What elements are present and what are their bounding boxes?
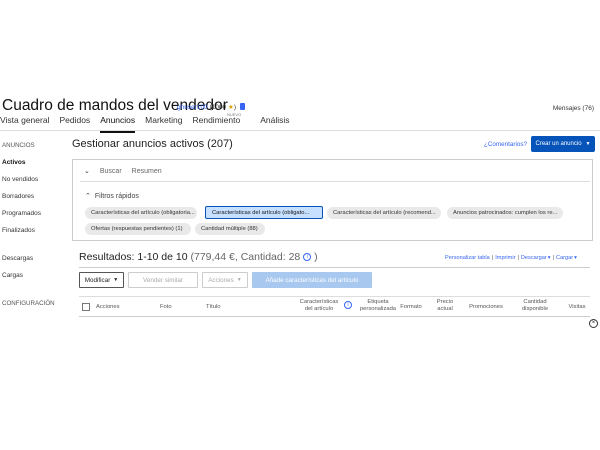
create-listing-label: Crear un anuncio [535,141,582,147]
download-link[interactable]: Descargar [521,255,547,261]
quick-filter-pill[interactable]: Anuncios patrocinados: cumplen los re... [447,207,563,219]
sidebar-section-anuncios: ANUNCIOS [2,142,35,149]
messages-link[interactable]: Mensajes (76) [553,105,594,112]
results-totals: (779,44 €, Cantidad: 28 [190,251,301,263]
col-header-titulo[interactable]: Título [206,304,226,311]
link-separator: | [491,255,494,261]
chevron-down-icon: ▾ [574,255,577,261]
upload-link[interactable]: Cargar [556,255,573,261]
col-header-foto[interactable]: Foto [160,304,176,311]
create-listing-button[interactable]: Crear un anuncio ▼ [531,136,595,152]
feedback-score[interactable]: (1000 [210,104,227,111]
select-all-checkbox[interactable] [82,303,90,311]
feedback-link[interactable]: ¿Comentarios? [484,141,527,148]
table-header-divider [79,316,590,317]
col-header-caracteristicas[interactable]: Características del artículo [297,299,341,313]
results-close: ) [314,251,318,263]
chevron-down-icon: ▾ [547,255,551,261]
sidebar-item-borradores[interactable]: Borradores [2,193,34,200]
modify-button-label: Modificar [84,276,111,284]
sidebar-item-programados[interactable]: Programados [2,210,41,217]
link-separator: | [517,255,519,261]
col-header-precio[interactable]: Precio actual [430,299,460,313]
panel-tabs: ⌄ Buscar Resumen [84,167,162,176]
info-icon[interactable]: i [303,253,312,261]
link-separator: | [552,255,554,261]
add-features-button[interactable]: Añade características del artículo [252,272,372,288]
tab-resumen[interactable]: Resumen [132,168,162,175]
col-header-visitas[interactable]: Visitas [565,304,589,311]
nav-divider [0,130,600,131]
sidebar-item-cargas[interactable]: Cargas [2,272,23,279]
close-icon[interactable]: × [589,319,598,328]
col-header-cantidad[interactable]: Cantidad disponible [515,299,555,313]
section-title: Gestionar anuncios activos (207) [72,138,233,150]
username-link[interactable]: ghuser100 [177,104,208,111]
quick-filter-pill[interactable]: Cantidad múltiple (88) [195,223,265,235]
sell-similar-button[interactable]: Vender similar [128,272,198,288]
sidebar-item-activos[interactable]: Activos [2,159,25,166]
actions-button-label: Acciones [208,276,234,284]
personalize-table-link[interactable]: Personalizar tabla [445,255,490,261]
table-top-line [79,296,590,297]
info-icon[interactable]: i [344,301,352,309]
actions-button[interactable]: Acciones ▼ [202,272,248,288]
caret-down-icon: ▼ [585,141,591,147]
col-header-etiqueta[interactable]: Etiqueta personalizada [358,299,398,313]
quick-filter-pill[interactable]: Ofertas (respuestas pendientes) (1) [85,223,191,235]
sidebar-section-configuracion: CONFIGURACIÓN [2,300,55,307]
caret-down-icon: ▼ [236,277,242,283]
sidebar-item-descargas[interactable]: Descargas [2,255,33,262]
collapse-chevron-icon[interactable]: ⌄ [84,167,90,175]
user-info: ghuser100 (1000 ★) [177,103,245,111]
sidebar-item-no-vendidos[interactable]: No vendidos [2,176,38,183]
results-divider [79,267,590,268]
tab-buscar[interactable]: Buscar [100,168,122,175]
new-badge: NUEVO [226,112,242,117]
sidebar-item-finalizados[interactable]: Finalizados [2,227,35,234]
panel-tab-divider [80,181,590,182]
chevron-up-icon: ⌃ [85,193,91,200]
col-header-formato[interactable]: Formato [400,304,422,311]
quick-filter-pill[interactable]: Características del artículo (obligatori… [85,207,197,219]
caret-down-icon: ▼ [113,277,119,283]
print-link[interactable]: Imprimir [495,255,515,261]
quick-filter-pill-selected[interactable]: Características del artículo (obligato..… [205,206,323,219]
col-header-acciones[interactable]: Acciones [96,304,124,311]
seller-badge-icon [239,103,245,110]
col-header-promociones[interactable]: Promociones [465,304,507,311]
table-links: Personalizar tabla | Imprimir | Descargar▾ | C… [445,255,577,261]
modify-button[interactable]: Modificar ▼ [79,272,124,288]
quick-filters-label: Filtros rápidos [94,193,139,200]
quick-filters-toggle[interactable]: ⌃ Filtros rápidos [85,192,139,200]
quick-filter-pill[interactable]: Características del artículo (recomend..… [327,207,441,219]
results-summary: Resultados: 1-10 de 10 (779,44 €, Cantid… [79,251,318,263]
feedback-close: ) [233,104,236,111]
results-count: Resultados: 1-10 de 10 [79,251,188,263]
